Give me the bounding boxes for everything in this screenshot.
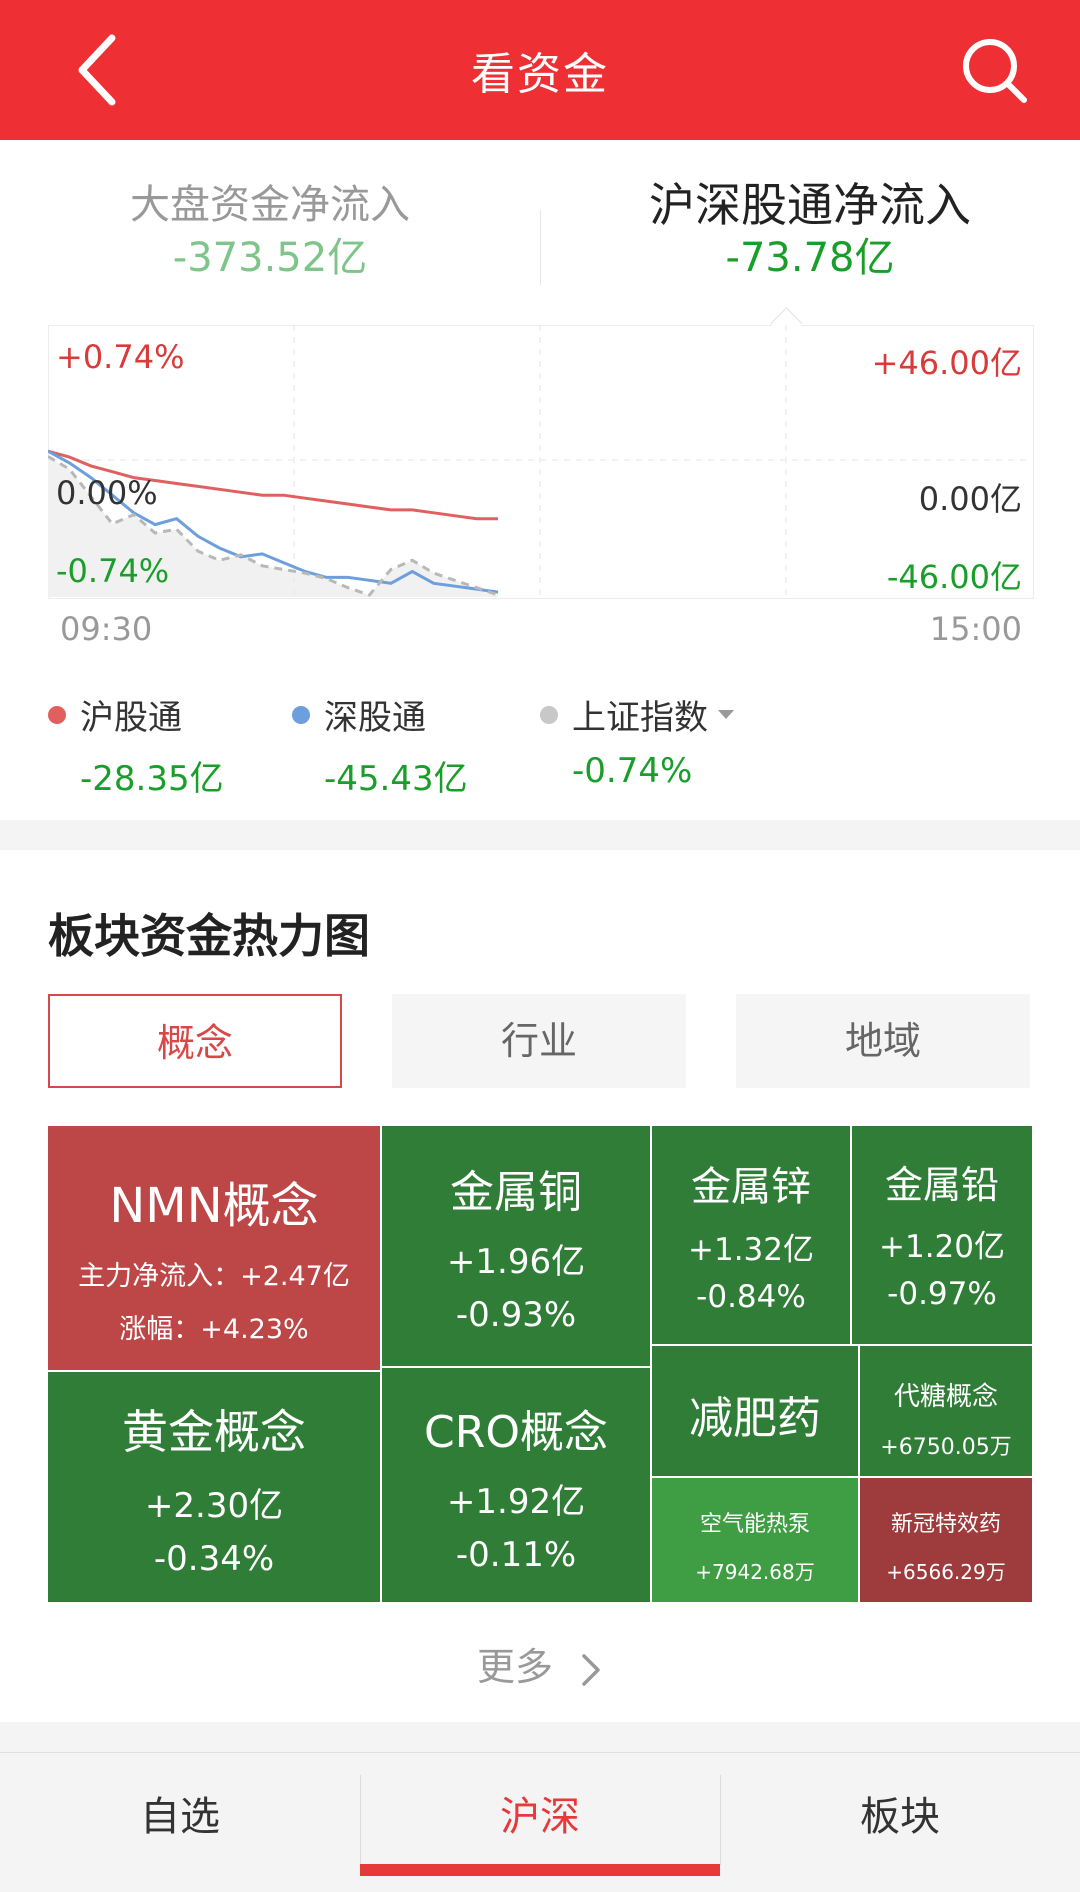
legend-dot-icon bbox=[540, 705, 558, 724]
sector-inflow: +2.30亿 bbox=[144, 1486, 284, 1526]
sector-inflow: +7942.68万 bbox=[695, 1560, 815, 1584]
sector-name: CRO概念 bbox=[424, 1407, 608, 1458]
time-start-label: 09:30 bbox=[60, 610, 153, 648]
sector-inflow: +1.96亿 bbox=[446, 1242, 586, 1282]
right-axis-mid-label: 0.00亿 bbox=[918, 480, 1022, 518]
tab-connect-net-inflow[interactable]: 沪深股通净流入 -73.78亿 bbox=[540, 180, 1080, 286]
heatmap-cell-copper[interactable]: 金属铜 +1.96亿 -0.93% bbox=[382, 1126, 652, 1368]
heatmap-cell-covid-drug[interactable]: 新冠特效药 +6566.29万 bbox=[860, 1478, 1032, 1604]
heatmap-cell-gold[interactable]: 黄金概念 +2.30亿 -0.34% bbox=[48, 1372, 382, 1604]
sector-change: 涨幅：+4.23% bbox=[119, 1314, 309, 1345]
search-icon[interactable] bbox=[958, 34, 1030, 106]
right-axis-top-label: +46.00亿 bbox=[871, 344, 1022, 382]
time-end-label: 15:00 bbox=[929, 610, 1022, 648]
legend-item-sz-connect: 深股通 -45.43亿 bbox=[292, 690, 468, 800]
sector-name: 新冠特效药 bbox=[890, 1512, 1001, 1537]
heatmap-cell-nmn[interactable]: NMN概念 主力净流入：+2.47亿 涨幅：+4.23% bbox=[48, 1126, 382, 1372]
section-divider bbox=[0, 820, 1080, 850]
active-tab-indicator bbox=[360, 1864, 720, 1876]
sector-change: -0.34% bbox=[153, 1539, 275, 1579]
legend-name: 沪股通 bbox=[80, 698, 182, 738]
tab-industry[interactable]: 行业 bbox=[392, 994, 686, 1088]
app-header: 看资金 bbox=[0, 0, 1080, 140]
right-axis-bottom-label: -46.00亿 bbox=[886, 558, 1022, 596]
legend-dot-icon bbox=[292, 705, 310, 724]
tab-region[interactable]: 地域 bbox=[736, 994, 1030, 1088]
sector-name: 减肥药 bbox=[689, 1393, 821, 1444]
heatmap-cell-heat-pump[interactable]: 空气能热泵 +7942.68万 bbox=[652, 1478, 860, 1604]
heatmap-cell-lead[interactable]: 金属铅 +1.20亿 -0.97% bbox=[852, 1126, 1032, 1346]
sector-name: 金属铅 bbox=[884, 1163, 999, 1207]
sector-change: -0.97% bbox=[887, 1276, 997, 1312]
market-net-inflow-value: -373.52亿 bbox=[172, 235, 368, 281]
page-title: 看资金 bbox=[471, 49, 609, 100]
legend-item-sh-connect: 沪股通 -28.35亿 bbox=[48, 690, 224, 800]
left-axis-mid-label: 0.00% bbox=[56, 474, 158, 512]
left-axis-bottom-label: -0.74% bbox=[56, 552, 170, 590]
sector-inflow: +6750.05万 bbox=[880, 1435, 1012, 1460]
more-label: 更多 bbox=[476, 1645, 553, 1689]
heatmap-cell-diet-drug[interactable]: 减肥药 bbox=[652, 1346, 860, 1478]
section-divider bbox=[0, 1722, 1080, 1752]
connect-net-inflow-value: -73.78亿 bbox=[725, 235, 895, 281]
sector-change: -0.93% bbox=[455, 1295, 577, 1335]
heatmap-cell-zinc[interactable]: 金属锌 +1.32亿 -0.84% bbox=[652, 1126, 852, 1346]
sector-name: 代糖概念 bbox=[893, 1382, 998, 1412]
tab-watchlist[interactable]: 自选 bbox=[0, 1753, 360, 1888]
tab-sectors[interactable]: 板块 bbox=[720, 1753, 1080, 1888]
heatmap-section-title: 板块资金热力图 bbox=[48, 909, 370, 963]
legend-item-sse-index[interactable]: 上证指数 -0.74% bbox=[540, 690, 734, 791]
connect-net-inflow-label: 沪深股通净流入 bbox=[649, 178, 971, 232]
sector-inflow: +1.32亿 bbox=[688, 1232, 814, 1268]
sector-inflow: 主力净流入：+2.47亿 bbox=[78, 1261, 350, 1292]
sector-name: 金属铜 bbox=[450, 1167, 582, 1218]
left-axis-top-label: +0.74% bbox=[56, 338, 185, 376]
heatmap-cell-sugar-substitute[interactable]: 代糖概念 +6750.05万 bbox=[860, 1346, 1032, 1478]
heatmap-cell-cro[interactable]: CRO概念 +1.92亿 -0.11% bbox=[382, 1368, 652, 1604]
sector-name: NMN概念 bbox=[109, 1178, 319, 1234]
legend-value: -45.43亿 bbox=[324, 759, 468, 799]
legend-value: -28.35亿 bbox=[80, 759, 224, 799]
tab-concept[interactable]: 概念 bbox=[48, 994, 342, 1088]
tab-market-net-inflow[interactable]: 大盘资金净流入 -373.52亿 bbox=[0, 180, 540, 286]
legend-dot-icon bbox=[48, 705, 66, 724]
dropdown-caret-icon[interactable] bbox=[718, 710, 734, 719]
more-link[interactable]: 更多 bbox=[0, 1636, 1080, 1691]
sector-change: -0.84% bbox=[696, 1279, 806, 1315]
market-net-inflow-label: 大盘资金净流入 bbox=[130, 182, 410, 228]
legend-value: -0.74% bbox=[572, 751, 693, 791]
chevron-right-icon bbox=[582, 1653, 600, 1686]
sector-name: 金属锌 bbox=[691, 1164, 811, 1210]
legend-name: 上证指数 bbox=[572, 698, 708, 738]
sector-inflow: +1.92亿 bbox=[446, 1482, 586, 1522]
sector-name: 黄金概念 bbox=[122, 1405, 306, 1459]
sector-change: -0.11% bbox=[455, 1535, 577, 1575]
sector-inflow: +6566.29万 bbox=[886, 1560, 1006, 1584]
sector-name: 空气能热泵 bbox=[699, 1512, 810, 1537]
legend-name: 深股通 bbox=[324, 698, 426, 738]
sector-inflow: +1.20亿 bbox=[879, 1229, 1005, 1265]
